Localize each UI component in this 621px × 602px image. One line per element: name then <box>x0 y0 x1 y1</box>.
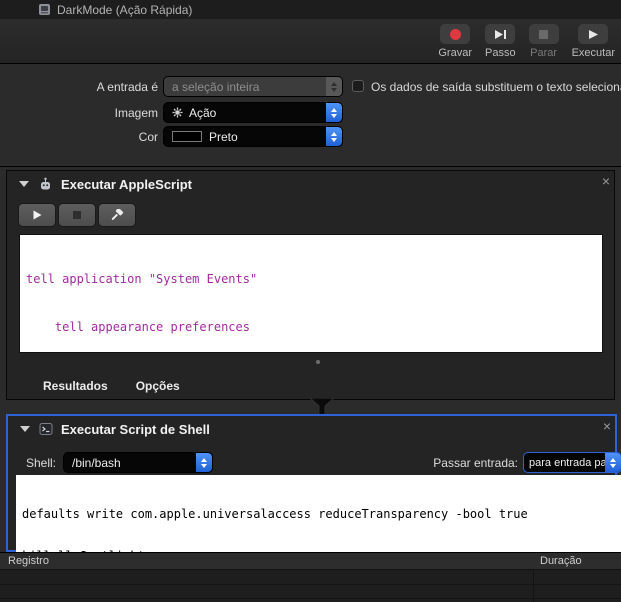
step-button[interactable]: Passo <box>485 24 516 59</box>
stop-icon <box>539 29 549 39</box>
step-button-label: Passo <box>485 47 516 59</box>
record-button[interactable]: Gravar <box>438 24 472 59</box>
shell-script-icon <box>39 422 53 436</box>
form-separator <box>0 166 621 167</box>
color-popup[interactable]: Preto <box>164 127 342 146</box>
code-line: defaults write com.apple.universalaccess… <box>22 507 528 521</box>
output-replace-label: Os dados de saída substituem o texto sel… <box>371 80 621 94</box>
shell-action-title: Executar Script de Shell <box>61 421 210 437</box>
gear-icon <box>172 107 183 118</box>
popup-chevrons-icon <box>326 103 342 122</box>
log-column-registro: Registro <box>8 555 49 567</box>
close-action-icon[interactable]: × <box>602 174 610 188</box>
color-label: Cor <box>138 130 158 144</box>
script-stop-button <box>59 204 95 226</box>
popup-chevrons-icon <box>326 77 342 96</box>
disclosure-triangle-icon[interactable] <box>20 426 30 432</box>
toolbar-separator <box>0 63 621 64</box>
popup-chevrons-icon <box>196 453 212 472</box>
shell-code-editor[interactable]: defaults write com.apple.universalaccess… <box>16 475 621 552</box>
image-label: Imagem <box>114 106 158 120</box>
log-row-separator <box>0 598 621 599</box>
toolbar: Gravar Passo Parar Executar <box>0 19 621 63</box>
tab-opcoes[interactable]: Opções <box>136 379 180 393</box>
record-icon <box>449 28 461 40</box>
shell-action-header[interactable]: Executar Script de Shell × <box>8 416 615 442</box>
step-icon <box>493 28 507 41</box>
run-icon <box>587 28 599 41</box>
log-row-separator <box>0 584 621 585</box>
input-is-label: A entrada é <box>96 80 158 94</box>
log-column-duracao: Duração <box>540 555 582 567</box>
run-button-label: Executar <box>571 47 615 59</box>
output-replace-checkbox[interactable] <box>352 80 364 92</box>
window-title: DarkMode (Ação Rápida) <box>57 2 193 17</box>
shell-label: Shell: <box>26 456 57 470</box>
log-pane: Registro Duração <box>0 552 621 602</box>
pass-input-popup[interactable]: para entrada padrão <box>524 453 621 472</box>
title-bar: DarkMode (Ação Rápida) <box>0 0 621 19</box>
record-button-label: Gravar <box>438 47 472 59</box>
run-button[interactable]: Executar <box>572 24 615 59</box>
tab-resultados[interactable]: Resultados <box>43 379 108 393</box>
code-line: tell appearance preferences <box>26 320 250 334</box>
applescript-action-block[interactable]: Executar AppleScript × tell application … <box>6 170 615 400</box>
image-popup-value: Ação <box>189 105 217 120</box>
stop-button-label: Parar <box>530 47 558 59</box>
popup-chevrons-icon <box>326 127 342 146</box>
shell-popup[interactable]: /bin/bash <box>64 453 212 472</box>
applescript-action-title: Executar AppleScript <box>61 176 193 192</box>
popup-chevrons-icon <box>605 453 621 472</box>
resize-handle[interactable] <box>316 360 320 364</box>
stop-button: Parar <box>528 24 559 59</box>
disclosure-triangle-icon[interactable] <box>19 181 29 187</box>
pass-input-label: Passar entrada: <box>433 456 518 470</box>
code-line: tell application "System Events" <box>26 272 258 286</box>
shell-popup-value: /bin/bash <box>72 455 121 470</box>
image-popup[interactable]: Ação <box>164 103 342 122</box>
applescript-action-header[interactable]: Executar AppleScript × <box>7 171 614 197</box>
color-swatch <box>172 131 202 142</box>
log-header: Registro Duração <box>0 553 621 570</box>
script-compile-hammer-button[interactable] <box>99 204 135 226</box>
close-action-icon[interactable]: × <box>603 419 611 433</box>
applescript-icon <box>38 177 53 192</box>
color-popup-value: Preto <box>209 129 238 144</box>
applescript-code-editor[interactable]: tell application "System Events" tell ap… <box>19 234 603 353</box>
document-icon <box>38 3 51 16</box>
input-is-popup: a seleção inteira <box>164 77 342 96</box>
action-connector-icon <box>306 398 338 415</box>
script-run-button[interactable] <box>19 204 55 226</box>
input-is-value: a seleção inteira <box>172 79 260 94</box>
shell-action-block[interactable]: Executar Script de Shell × Shell: /bin/b… <box>6 414 621 552</box>
